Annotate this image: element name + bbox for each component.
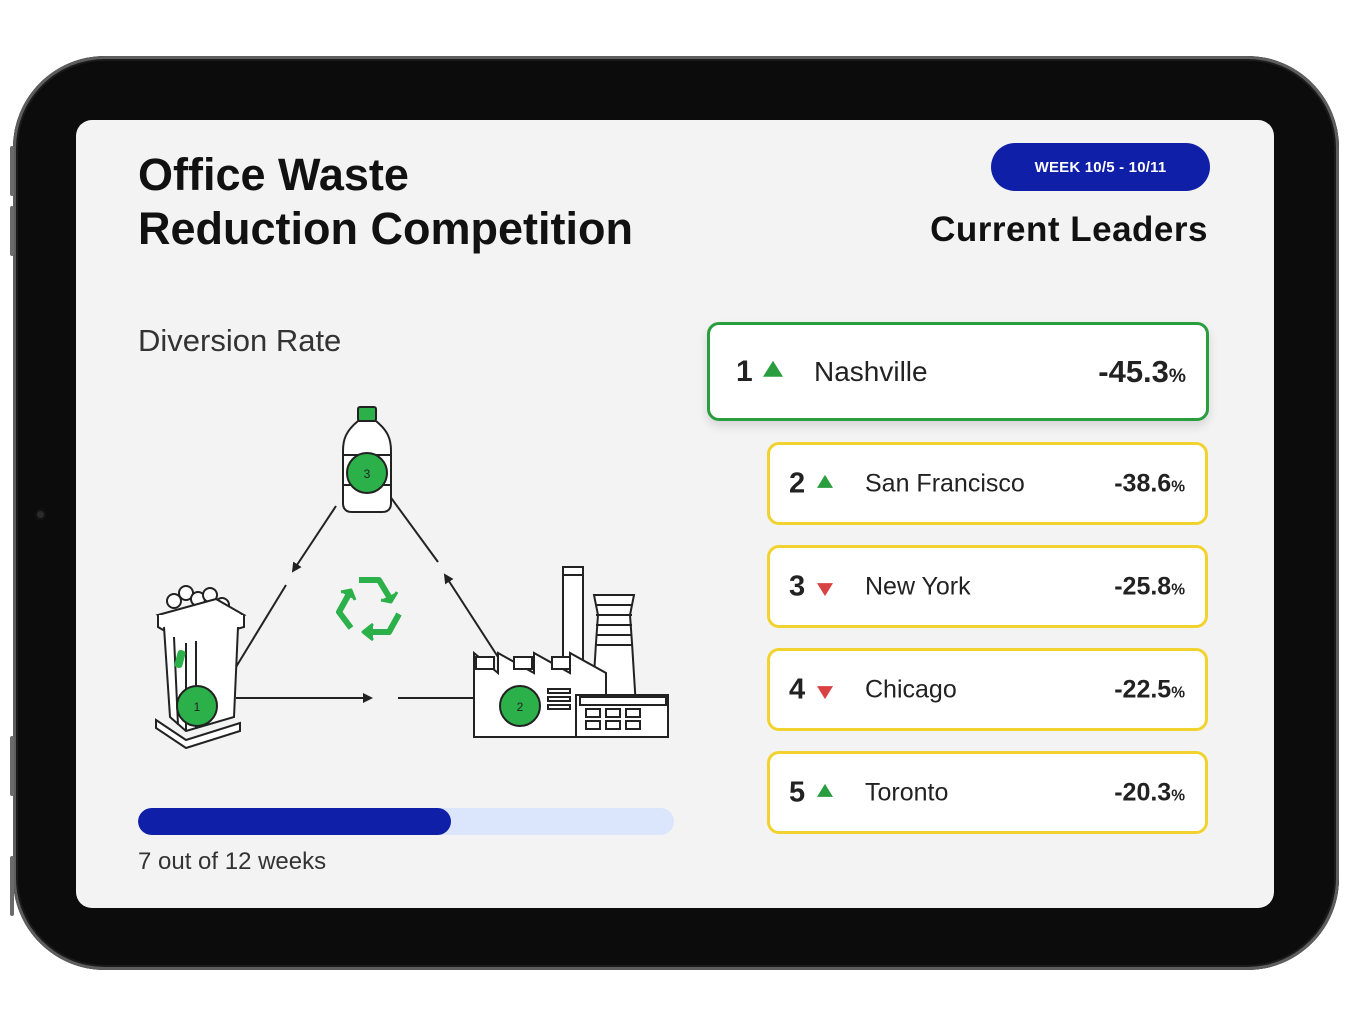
- volume-button: [10, 146, 14, 196]
- side-button-bottom: [10, 856, 14, 916]
- trend-up-icon: [763, 360, 783, 377]
- leader-value: -45.3%: [1098, 353, 1186, 389]
- trend-up-icon: [817, 783, 833, 797]
- dashboard-screen: Office Waste Reduction Competition WEEK …: [76, 120, 1274, 908]
- trend-up-icon: [817, 474, 833, 488]
- factory-icon: 2: [473, 566, 669, 738]
- page-title: Office Waste Reduction Competition: [138, 148, 633, 256]
- leader-city: Chicago: [865, 675, 957, 703]
- title-line-1: Office Waste: [138, 149, 409, 200]
- trend-down-icon: [817, 582, 833, 596]
- leader-card-3[interactable]: 3 New York -25.8%: [767, 545, 1208, 628]
- leader-rank: 1: [736, 354, 753, 388]
- leader-rank: 5: [789, 776, 806, 808]
- step-3-label: 3: [364, 467, 371, 481]
- bottle-icon: 3: [342, 406, 392, 513]
- diversion-rate-label: Diversion Rate: [138, 323, 342, 358]
- weeks-progress-fill: [138, 808, 451, 835]
- trash-bin-icon: 1: [155, 585, 247, 750]
- weeks-progress-bar: [138, 808, 674, 835]
- leader-card-4[interactable]: 4 Chicago -22.5%: [767, 648, 1208, 731]
- step-2-label: 2: [517, 700, 524, 714]
- leader-rank: 3: [789, 570, 806, 602]
- side-button: [10, 206, 14, 256]
- front-camera: [35, 509, 46, 520]
- leader-city: Toronto: [865, 778, 949, 806]
- leader-rank: 2: [789, 467, 806, 499]
- leader-card-5[interactable]: 5 Toronto -20.3%: [767, 751, 1208, 834]
- leader-city: San Francisco: [865, 469, 1025, 497]
- step-1-label: 1: [194, 700, 201, 714]
- leader-card-2[interactable]: 2 San Francisco -38.6%: [767, 442, 1208, 525]
- weeks-progress-label: 7 out of 12 weeks: [138, 848, 327, 875]
- leader-value: -25.8%: [1114, 572, 1185, 600]
- leader-rank: 4: [789, 673, 806, 705]
- recycle-icon: [336, 577, 402, 642]
- leader-value: -38.6%: [1114, 469, 1185, 497]
- leader-value: -22.5%: [1114, 675, 1185, 703]
- flow-arrows: [235, 494, 499, 703]
- leader-card-1[interactable]: 1 Nashville -45.3%: [707, 322, 1209, 421]
- week-badge[interactable]: WEEK 10/5 - 10/11: [991, 143, 1210, 191]
- leaders-heading: Current Leaders: [930, 210, 1208, 249]
- leader-value: -20.3%: [1114, 778, 1185, 806]
- recycling-diagram: 3 1 2: [155, 406, 669, 750]
- leader-city: New York: [865, 572, 971, 600]
- trend-down-icon: [817, 685, 833, 699]
- title-line-2: Reduction Competition: [138, 203, 633, 254]
- side-button-lower: [10, 736, 14, 796]
- leader-city: Nashville: [814, 355, 928, 387]
